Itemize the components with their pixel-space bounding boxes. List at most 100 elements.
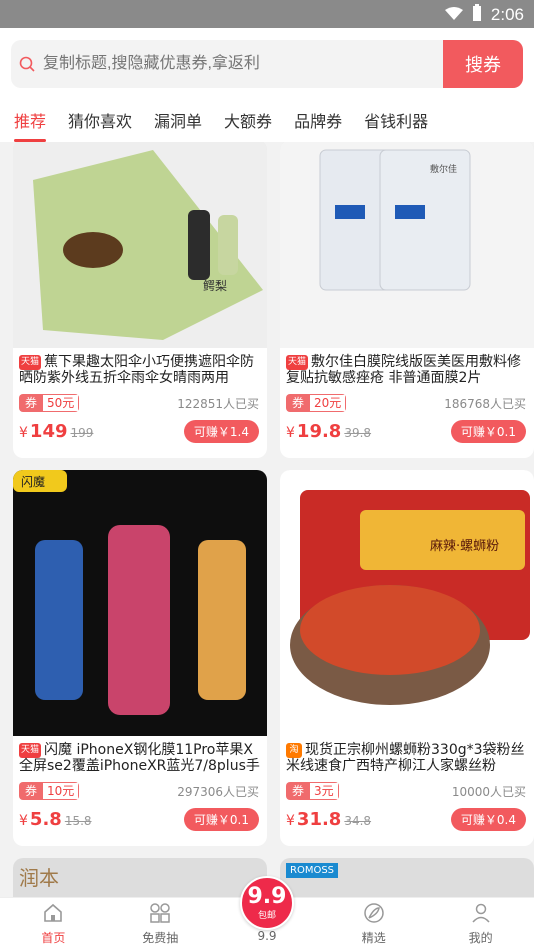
tmall-tag: 天猫 bbox=[19, 742, 42, 758]
earn-button[interactable]: 可赚￥1.4 bbox=[183, 420, 259, 443]
nav-home[interactable]: 首页 bbox=[0, 898, 107, 949]
coupon-label: 券 bbox=[19, 782, 44, 800]
brand-text: 润本 bbox=[19, 866, 59, 890]
currency: ¥ bbox=[286, 813, 295, 829]
product-title-text: 闪魔 iPhoneX钢化膜11Pro苹果X全屏se2覆盖iPhoneXR蓝光7/… bbox=[19, 742, 260, 774]
product-feed[interactable]: 鳄梨 天猫 蕉下果趣太阳伞小巧便携遮阳伞防晒防紫外线五折伞雨伞女晴雨两用 券 50元… bbox=[0, 142, 534, 897]
original-price: 39.8 bbox=[344, 426, 372, 440]
nav-mine[interactable]: 我的 bbox=[427, 898, 534, 949]
tab-recommend[interactable]: 推荐 bbox=[14, 98, 47, 142]
badge-99-text: 9.9 bbox=[247, 883, 287, 909]
price: ¥31.8 34.8 bbox=[286, 809, 371, 830]
product-title-text: 敷尔佳白膜院线版医美医用敷料修复贴抗敏感痤疮 非普通面膜2片 bbox=[286, 354, 522, 386]
product-image[interactable]: 鳄梨 bbox=[13, 142, 267, 348]
tab-loophole[interactable]: 漏洞单 bbox=[154, 98, 202, 142]
status-icons: 2:06 bbox=[444, 4, 524, 26]
earn-button[interactable]: 可赚￥0.1 bbox=[183, 808, 259, 831]
product-card-partial[interactable]: 润本 bbox=[13, 858, 267, 897]
product-card[interactable]: 闪魔 天猫 闪魔 iPhoneX钢化膜11Pro苹果X全屏se2覆盖iPhoneX… bbox=[13, 470, 267, 846]
earn-button[interactable]: 可赚￥0.4 bbox=[450, 808, 526, 831]
tab-guess-you-like[interactable]: 猜你喜欢 bbox=[68, 98, 132, 142]
image-label: 鳄梨 bbox=[203, 279, 227, 293]
product-image[interactable]: ROMOSS bbox=[280, 858, 534, 897]
coupon-row: 券 20元 186768人已买 bbox=[280, 386, 534, 412]
nav-free-draw[interactable]: 免费抽 bbox=[107, 898, 214, 949]
coupon-row: 券 50元 122851人已买 bbox=[13, 386, 267, 412]
nav-free-draw-label: 免费抽 bbox=[142, 930, 179, 945]
product-title[interactable]: 天猫 蕉下果趣太阳伞小巧便携遮阳伞防晒防紫外线五折伞雨伞女晴雨两用 bbox=[13, 348, 267, 386]
coupon-amount: 20元 bbox=[310, 394, 347, 412]
coupon-badge[interactable]: 券 10元 bbox=[19, 782, 80, 800]
product-card-partial[interactable]: ROMOSS bbox=[280, 858, 534, 897]
sales-count: 297306人已买 bbox=[177, 784, 259, 799]
product-title[interactable]: 淘现货正宗柳州螺蛳粉330g*3袋粉丝米线速食广西特产柳江人家螺丝粉 bbox=[280, 736, 534, 774]
search-input[interactable] bbox=[43, 40, 443, 88]
product-title[interactable]: 天猫 闪魔 iPhoneX钢化膜11Pro苹果X全屏se2覆盖iPhoneXR蓝光… bbox=[13, 736, 267, 774]
price-row: ¥5.8 15.8 可赚￥0.1 bbox=[13, 800, 267, 831]
price-row: ¥149 199 可赚￥1.4 bbox=[13, 412, 267, 443]
coupon-label: 券 bbox=[286, 394, 311, 412]
battery-icon bbox=[471, 4, 483, 26]
price: ¥19.8 39.8 bbox=[286, 421, 371, 442]
currency: ¥ bbox=[19, 813, 28, 829]
tmall-tag: 天猫 bbox=[19, 354, 42, 370]
coupon-badge[interactable]: 券 3元 bbox=[286, 782, 339, 800]
currency: ¥ bbox=[19, 425, 28, 441]
taobao-tag: 淘 bbox=[286, 742, 302, 758]
price-row: ¥19.8 39.8 可赚￥0.1 bbox=[280, 412, 534, 443]
price-value: 149 bbox=[29, 421, 68, 442]
earn-button[interactable]: 可赚￥0.1 bbox=[450, 420, 526, 443]
product-image[interactable]: 闪魔 bbox=[13, 470, 267, 736]
status-time: 2:06 bbox=[490, 5, 524, 24]
product-title-text: 蕉下果趣太阳伞小巧便携遮阳伞防晒防紫外线五折伞雨伞女晴雨两用 bbox=[19, 354, 255, 386]
price-row: ¥31.8 34.8 可赚￥0.4 bbox=[280, 800, 534, 831]
sales-count: 186768人已买 bbox=[444, 396, 526, 411]
status-bar: 2:06 bbox=[0, 0, 534, 28]
home-icon bbox=[42, 902, 64, 927]
search-bar: 搜券 bbox=[11, 40, 523, 88]
nav-featured-label: 精选 bbox=[361, 930, 386, 945]
image-label: 敷尔佳 bbox=[430, 163, 457, 175]
coupon-badge[interactable]: 券 50元 bbox=[19, 394, 80, 412]
leaf-icon bbox=[363, 902, 385, 927]
product-title-text: 现货正宗柳州螺蛳粉330g*3袋粉丝米线速食广西特产柳江人家螺丝粉 bbox=[286, 742, 525, 774]
product-image[interactable]: 敷尔佳 bbox=[280, 142, 534, 348]
tmall-tag: 天猫 bbox=[286, 354, 309, 370]
tab-brand-coupon[interactable]: 品牌券 bbox=[294, 98, 342, 142]
brand-text: ROMOSS bbox=[286, 863, 339, 878]
coupon-label: 券 bbox=[19, 394, 44, 412]
category-tabs: 推荐 猜你喜欢 漏洞单 大额券 品牌券 省钱利器 bbox=[0, 98, 534, 142]
original-price: 34.8 bbox=[344, 814, 372, 828]
coupon-amount: 3元 bbox=[310, 782, 339, 800]
currency: ¥ bbox=[286, 425, 295, 441]
sales-count: 10000人已买 bbox=[451, 784, 526, 799]
original-price: 199 bbox=[70, 426, 94, 440]
product-image[interactable]: 麻辣·螺蛳粉 bbox=[280, 470, 534, 736]
top-bar: 搜券 推荐 猜你喜欢 漏洞单 大额券 品牌券 省钱利器 bbox=[0, 28, 534, 142]
image-label: 麻辣·螺蛳粉 bbox=[430, 539, 499, 554]
product-image[interactable]: 润本 bbox=[13, 858, 267, 897]
nav-home-label: 首页 bbox=[41, 930, 66, 945]
product-card[interactable]: 敷尔佳 天猫 敷尔佳白膜院线版医美医用敷料修复贴抗敏感痤疮 非普通面膜2片 券 20… bbox=[280, 142, 534, 458]
tab-money-saver[interactable]: 省钱利器 bbox=[364, 98, 428, 142]
price: ¥5.8 15.8 bbox=[19, 809, 92, 830]
coupon-badge[interactable]: 券 20元 bbox=[286, 394, 347, 412]
coupon-amount: 10元 bbox=[43, 782, 80, 800]
product-title[interactable]: 天猫 敷尔佳白膜院线版医美医用敷料修复贴抗敏感痤疮 非普通面膜2片 bbox=[280, 348, 534, 386]
product-card[interactable]: 鳄梨 天猫 蕉下果趣太阳伞小巧便携遮阳伞防晒防紫外线五折伞雨伞女晴雨两用 券 50元… bbox=[13, 142, 267, 458]
original-price: 15.8 bbox=[64, 814, 92, 828]
grid-icon bbox=[149, 902, 171, 927]
tab-big-coupon[interactable]: 大额券 bbox=[224, 98, 272, 142]
nav-mine-label: 我的 bbox=[468, 930, 493, 945]
search-button[interactable]: 搜券 bbox=[443, 40, 523, 88]
price-value: 31.8 bbox=[296, 809, 342, 830]
nav-featured[interactable]: 精选 bbox=[320, 898, 427, 949]
user-icon bbox=[470, 902, 492, 927]
search-icon bbox=[11, 40, 43, 88]
coupon-row: 券 3元 10000人已买 bbox=[280, 774, 534, 800]
price: ¥149 199 bbox=[19, 421, 93, 442]
price-value: 19.8 bbox=[296, 421, 342, 442]
product-card[interactable]: 麻辣·螺蛳粉 淘现货正宗柳州螺蛳粉330g*3袋粉丝米线速食广西特产柳江人家螺丝… bbox=[280, 470, 534, 846]
coupon-row: 券 10元 297306人已买 bbox=[13, 774, 267, 800]
center-99-badge[interactable]: 9.9 包邮 bbox=[240, 876, 294, 930]
